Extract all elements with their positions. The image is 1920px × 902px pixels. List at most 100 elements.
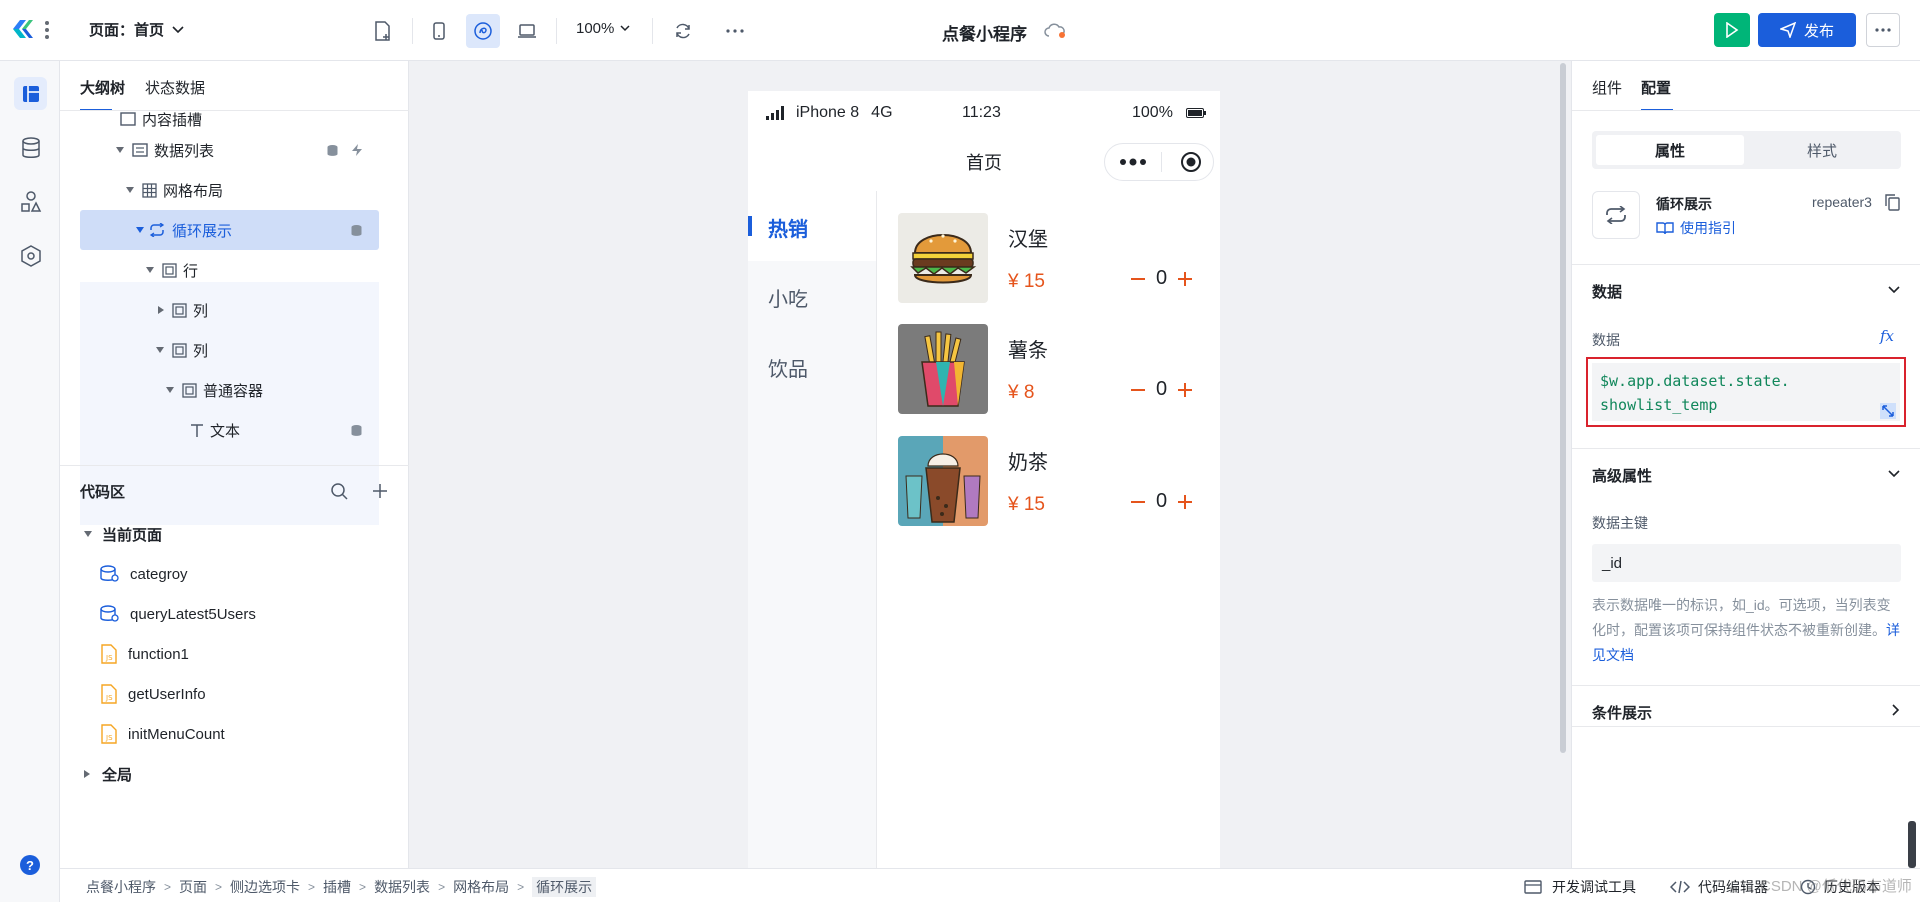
divider xyxy=(1572,685,1920,686)
svg-text:JS: JS xyxy=(105,734,113,742)
publish-button[interactable]: 发布 xyxy=(1758,13,1856,47)
tab-state-data[interactable]: 状态数据 xyxy=(145,77,205,98)
tree-item-grid-layout[interactable]: 网格布局 xyxy=(80,170,379,210)
subtab-styles[interactable]: 样式 xyxy=(1748,135,1896,165)
global-group[interactable]: 全局 xyxy=(84,756,132,792)
tree-item-column-2[interactable]: 列 xyxy=(80,330,379,370)
chevron-down-icon[interactable] xyxy=(1888,470,1900,478)
caret-down-icon xyxy=(116,147,124,153)
app-menu-icon[interactable] xyxy=(44,20,50,40)
plus-icon[interactable] xyxy=(1177,494,1193,510)
add-code-icon[interactable] xyxy=(372,483,388,499)
data-expression-input[interactable]: $w.app.dataset.state. showlist_temp xyxy=(1592,363,1900,421)
refresh-icon[interactable] xyxy=(668,16,698,46)
zoom-selector[interactable]: 100% xyxy=(576,20,630,37)
copy-icon[interactable] xyxy=(1885,194,1900,211)
product-item: 奶茶 ¥ 15 0 xyxy=(748,434,1220,534)
code-item-label: function1 xyxy=(128,645,189,663)
tab-outline[interactable]: 大纲树 xyxy=(80,77,125,98)
chevron-down-icon[interactable] xyxy=(1888,286,1900,294)
tree-item-container[interactable]: 普通容器 xyxy=(80,370,379,410)
condition-section-title[interactable]: 条件展示 xyxy=(1592,702,1652,723)
breadcrumb-item-current[interactable]: 循环展示 xyxy=(532,877,597,897)
breadcrumb-item[interactable]: 侧边选项卡 xyxy=(230,877,300,897)
divider xyxy=(652,18,653,44)
capsule-menu[interactable] xyxy=(1104,143,1214,181)
component-icon-box xyxy=(1592,191,1640,239)
usage-guide-link[interactable]: 使用指引 xyxy=(1656,218,1736,238)
minus-icon[interactable] xyxy=(1130,382,1146,398)
add-page-icon[interactable] xyxy=(368,16,398,46)
help-icon[interactable]: ? xyxy=(20,855,40,875)
tree-item-text[interactable]: 文本 xyxy=(80,410,379,450)
event-lightning-icon xyxy=(352,144,362,156)
plus-icon[interactable] xyxy=(1177,271,1193,287)
chevron-right-icon[interactable] xyxy=(1892,704,1900,716)
outline-nav-icon[interactable] xyxy=(14,77,47,110)
tab-components[interactable]: 组件 xyxy=(1592,77,1622,98)
breadcrumb-item[interactable]: 页面 xyxy=(179,877,207,897)
data-key-label: 数据主键 xyxy=(1592,515,1648,531)
top-bar: 页面：首页 100% 点餐小程序 发布 xyxy=(0,0,1920,61)
group-label: 当前页面 xyxy=(102,526,163,544)
tree-item-row[interactable]: 行 xyxy=(80,250,379,290)
advanced-section-title[interactable]: 高级属性 xyxy=(1592,465,1652,486)
minus-icon[interactable] xyxy=(1130,494,1146,510)
settings-icon[interactable] xyxy=(14,239,47,272)
subtab-properties[interactable]: 属性 xyxy=(1596,135,1744,165)
data-field-label: 数据 xyxy=(1592,332,1620,348)
code-editor-button[interactable]: 代码编辑器 xyxy=(1670,877,1768,897)
chevron-right-icon: > xyxy=(438,880,446,894)
plus-icon[interactable] xyxy=(1177,382,1193,398)
tree-item-repeater-selected[interactable]: 循环展示 xyxy=(80,210,379,250)
tree-item-column-1[interactable]: 列 xyxy=(80,290,379,330)
page-selector[interactable]: 页面：首页 xyxy=(89,19,184,40)
side-scroll-handle[interactable] xyxy=(1908,821,1916,868)
miniprogram-view-icon[interactable] xyxy=(466,14,500,48)
tree-item-label: 循环展示 xyxy=(172,222,233,240)
code-item-getUserInfo[interactable]: JS getUserInfo xyxy=(100,676,206,712)
tree-item-data-list[interactable]: 数据列表 xyxy=(80,130,379,170)
code-item-initMenuCount[interactable]: JS initMenuCount xyxy=(100,716,225,752)
mobile-view-icon[interactable] xyxy=(422,14,456,48)
current-page-group[interactable]: 当前页面 xyxy=(84,516,162,552)
fx-icon[interactable]: fx xyxy=(1880,327,1894,345)
datasource-icon xyxy=(351,224,362,236)
data-key-input[interactable]: _id xyxy=(1592,544,1901,582)
expand-editor-icon[interactable] xyxy=(1880,403,1896,419)
tree-item-label: 普通容器 xyxy=(203,382,264,400)
canvas-scrollbar[interactable] xyxy=(1560,63,1566,753)
more-actions-button[interactable] xyxy=(1866,13,1900,47)
battery-level: 100% xyxy=(1132,104,1173,121)
dev-tools-button[interactable]: 开发调试工具 xyxy=(1524,877,1636,897)
debug-window-icon xyxy=(1524,880,1542,894)
code-item-function1[interactable]: JS function1 xyxy=(100,636,189,672)
preview-button[interactable] xyxy=(1714,13,1750,47)
code-item-queryLatest5Users[interactable]: queryLatest5Users xyxy=(100,596,256,632)
data-section-title[interactable]: 数据 xyxy=(1592,281,1622,302)
tab-config[interactable]: 配置 xyxy=(1641,77,1671,98)
status-time: 11:23 xyxy=(962,104,1001,121)
tree-item-label: 文本 xyxy=(210,422,241,440)
breadcrumb-item[interactable]: 插槽 xyxy=(323,877,351,897)
app-logo-icon[interactable] xyxy=(10,16,36,42)
tree-item-label: 列 xyxy=(193,342,209,360)
breadcrumb-item[interactable]: 数据列表 xyxy=(374,877,430,897)
divider xyxy=(1572,110,1920,111)
desktop-view-icon[interactable] xyxy=(510,14,544,48)
components-icon[interactable] xyxy=(14,185,47,218)
search-icon[interactable] xyxy=(330,482,348,500)
minus-icon[interactable] xyxy=(1130,271,1146,287)
app-title: 点餐小程序 xyxy=(942,25,1027,44)
expression-line: showlist_temp xyxy=(1600,396,1718,414)
breadcrumb-item[interactable]: 点餐小程序 xyxy=(86,877,156,897)
code-item-categroy[interactable]: categroy xyxy=(100,556,188,592)
quantity-stepper: 0 xyxy=(1130,378,1193,401)
more-icon[interactable] xyxy=(720,16,750,46)
close-circle-icon xyxy=(1181,152,1201,172)
database-icon[interactable] xyxy=(14,131,47,164)
js-file-icon: JS xyxy=(101,684,117,704)
breadcrumb-item[interactable]: 网格布局 xyxy=(453,877,509,897)
chevron-right-icon: > xyxy=(215,880,223,894)
publish-label: 发布 xyxy=(1803,22,1834,40)
